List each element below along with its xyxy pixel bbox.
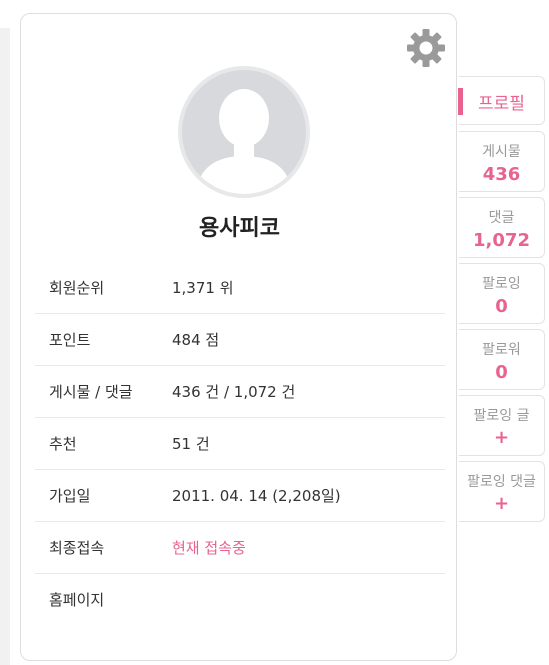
tab-label: 팔로잉 댓글 <box>467 474 536 490</box>
tab-followers[interactable]: 팔로워 0 <box>459 329 545 390</box>
info-label: 홈페이지 <box>49 591 105 609</box>
tab-comments[interactable]: 댓글 1,072 <box>459 197 545 258</box>
plus-icon: + <box>493 427 510 448</box>
profile-info-list: 회원순위 1,371 위 포인트 484 점 게시물 / 댓글 436 건 / … <box>35 262 445 625</box>
info-label: 최종접속 <box>49 539 105 557</box>
tab-count: 436 <box>482 164 521 185</box>
info-value: 2011. 04. 14 (2,208일) <box>172 487 341 505</box>
tab-label: 팔로잉 글 <box>473 408 530 424</box>
tab-profile[interactable]: 프로필 <box>458 76 545 125</box>
plus-icon: + <box>493 493 510 514</box>
info-value: 51 건 <box>172 435 210 453</box>
info-value: 484 점 <box>172 331 220 349</box>
info-row-homepage: 홈페이지 <box>35 574 445 625</box>
info-value: 1,371 위 <box>172 279 234 297</box>
info-label: 게시물 / 댓글 <box>49 383 133 401</box>
tab-count: 1,072 <box>473 230 530 251</box>
tab-count: 0 <box>495 362 508 383</box>
tab-label: 프로필 <box>478 94 525 114</box>
info-label: 추천 <box>49 435 77 453</box>
tab-label: 게시물 <box>482 144 521 160</box>
tab-following[interactable]: 팔로잉 0 <box>459 263 545 324</box>
profile-nickname: 용사피코 <box>199 216 280 241</box>
tab-following-posts[interactable]: 팔로잉 글 + <box>459 395 545 456</box>
tab-posts[interactable]: 게시물 436 <box>459 131 545 192</box>
info-label: 가입일 <box>49 487 91 505</box>
gear-icon[interactable] <box>406 28 446 68</box>
profile-card: 용사피코 회원순위 1,371 위 포인트 484 점 게시물 / 댓글 436… <box>20 13 457 661</box>
left-panel-edge <box>0 28 10 665</box>
default-user-avatar-icon <box>196 89 292 194</box>
online-status: 현재 접속중 <box>172 539 246 557</box>
info-row-join-date: 가입일 2011. 04. 14 (2,208일) <box>35 470 445 522</box>
tab-label: 댓글 <box>488 210 515 226</box>
tab-following-comments[interactable]: 팔로잉 댓글 + <box>459 461 545 522</box>
info-value: 436 건 / 1,072 건 <box>172 383 296 401</box>
info-label: 회원순위 <box>49 279 105 297</box>
info-row-points: 포인트 484 점 <box>35 314 445 366</box>
avatar <box>178 66 310 198</box>
info-label: 포인트 <box>49 331 91 349</box>
tab-label: 팔로잉 <box>482 276 521 292</box>
info-row-posts-comments: 게시물 / 댓글 436 건 / 1,072 건 <box>35 366 445 418</box>
info-row-rank: 회원순위 1,371 위 <box>35 262 445 314</box>
info-row-recommend: 추천 51 건 <box>35 418 445 470</box>
tab-count: 0 <box>495 296 508 317</box>
active-tab-indicator <box>458 88 463 115</box>
tab-label: 팔로워 <box>482 342 521 358</box>
info-row-last-login: 최종접속 현재 접속중 <box>35 522 445 574</box>
